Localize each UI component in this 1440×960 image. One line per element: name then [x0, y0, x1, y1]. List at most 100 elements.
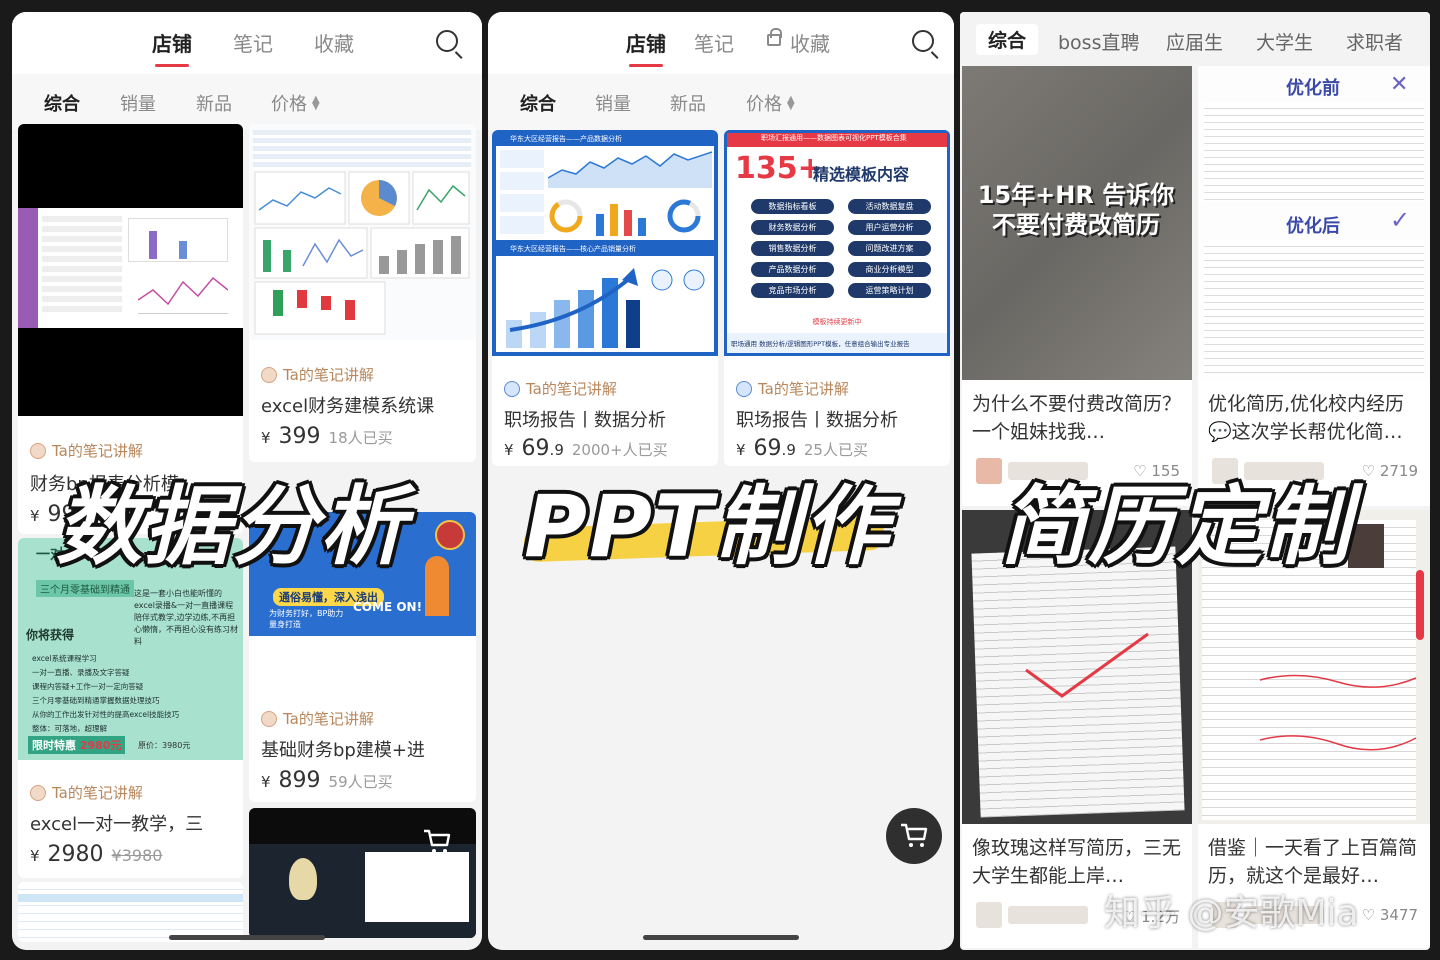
- like-count: ♡ 3477: [1361, 906, 1418, 924]
- search-icon[interactable]: [436, 30, 458, 52]
- dashboard-preview: [254, 171, 470, 335]
- ppt-buttons: 数据指标看板 活动数据复盘 财务数据分析 用户运营分析 销售数据分析 问题改进方…: [751, 199, 931, 298]
- filter-sales[interactable]: 销量: [595, 90, 631, 116]
- top-tabs: 店铺 笔记 收藏: [12, 12, 482, 74]
- note-card[interactable]: 15年+HR 告诉你 不要付费改简历 为什么不要付费改简历？一个姐妹找我… ♡ …: [962, 66, 1192, 506]
- product-title: 职场报告丨数据分析: [504, 410, 666, 431]
- home-indicator[interactable]: [169, 935, 325, 940]
- spreadsheet-preview: [18, 882, 243, 942]
- shop-name: Ta的笔记讲解: [736, 378, 849, 399]
- table-preview: [253, 130, 471, 170]
- ppt-top-label: 职场汇报通用——数据图表可视化PPT模板合集: [727, 133, 947, 147]
- ppt-tag: 销售数据分析: [751, 241, 834, 256]
- ppt-big-label: 精选模板内容: [813, 165, 910, 184]
- dashboard-preview: 华东大区经营报告——产品数据分析: [496, 134, 714, 240]
- product-card[interactable]: 华东大区经营报告——产品数据分析 华东大区经营报告——核心产品销量分析 Ta的笔…: [492, 130, 718, 466]
- resume-before: [1204, 102, 1424, 202]
- sort-filters: 综合 销量 新品 价格 ▲ ▼: [12, 74, 482, 130]
- dashboard-preview: 华东大区经营报告——核心产品销量分析: [496, 244, 714, 352]
- cross-icon: ✕: [1390, 72, 1409, 97]
- product-card[interactable]: Ta的笔记讲解 excel财务建模系统课 ¥399 18人已买: [249, 124, 476, 462]
- cart-button[interactable]: [886, 808, 942, 864]
- growth-chart: [506, 268, 705, 348]
- like-count: ♡ 2719: [1361, 462, 1418, 480]
- sort-arrows-icon[interactable]: ▲ ▼: [312, 95, 320, 112]
- product-card[interactable]: [18, 882, 243, 942]
- shop-avatar-icon: [30, 442, 46, 459]
- before-label: 优化前: [1286, 78, 1340, 99]
- filter-new[interactable]: 新品: [196, 90, 232, 116]
- product-card[interactable]: 一对一 三个月零基础到精通 你将获得 这是一套小白也能听懂的excel录播&一对…: [18, 538, 243, 878]
- tab-notes[interactable]: 笔记: [233, 28, 273, 57]
- tab-shop[interactable]: 店铺: [152, 28, 192, 57]
- note-cover: 15年+HR 告诉你 不要付费改简历: [962, 66, 1192, 380]
- filter-new[interactable]: 新品: [670, 90, 706, 116]
- ppt-tag: 活动数据复盘: [848, 199, 931, 214]
- overlay-title-ppt: PPT制作: [524, 477, 891, 577]
- cart-button[interactable]: [409, 814, 465, 870]
- lightbulb-icon: [289, 858, 317, 900]
- note-title: 为什么不要付费改简历？一个姐妹找我…: [972, 393, 1182, 443]
- product-price: ¥899 59人已买: [261, 768, 393, 793]
- note-card[interactable]: 优化前 ✕ 优化后 ✓ 优化简历,优化校内经历 💬这次学长帮优化简… ♡ 271…: [1198, 66, 1430, 506]
- sort-arrows-icon[interactable]: ▲ ▼: [787, 95, 795, 112]
- promo-items: excel系统课程学习 一对一直播、录播及文字答疑 课程内答疑+工作一对一定向答疑三…: [32, 654, 180, 733]
- shop-avatar-icon: [261, 710, 277, 727]
- overlay-title-resume: 简历定制: [1000, 477, 1352, 577]
- tab-overall[interactable]: 综合: [976, 24, 1039, 55]
- product-card[interactable]: 职场汇报通用——数据图表可视化PPT模板合集 135+ 精选模板内容 数据指标看…: [724, 130, 950, 466]
- cover-text: 15年+HR 告诉你 不要付费改简历: [977, 181, 1175, 239]
- filter-overall[interactable]: 综合: [520, 90, 556, 116]
- ppt-tag: 数据指标看板: [751, 199, 834, 214]
- search-icon[interactable]: [912, 30, 934, 52]
- cart-icon: [424, 829, 451, 853]
- after-label: 优化后: [1286, 216, 1340, 237]
- product-title: 职场报告丨数据分析: [736, 410, 898, 431]
- tab-graduates[interactable]: 应届生: [1166, 28, 1223, 55]
- product-card[interactable]: [249, 808, 476, 938]
- tab-job-seekers[interactable]: 求职者: [1346, 28, 1403, 55]
- filter-price[interactable]: 价格: [271, 90, 307, 116]
- filter-price[interactable]: 价格: [746, 90, 782, 116]
- overlay-title-data-analysis: 数据分析: [56, 477, 408, 577]
- tab-students[interactable]: 大学生: [1256, 28, 1313, 55]
- promo-get: 你将获得: [26, 628, 75, 642]
- home-indicator[interactable]: [643, 935, 799, 940]
- tab-favorites[interactable]: 收藏: [314, 28, 354, 57]
- note-title: 像玫瑰这样写简历，三无大学生都能上岸…: [972, 837, 1182, 887]
- filter-sales[interactable]: 销量: [120, 90, 156, 116]
- product-title: excel一对一教学，三: [30, 814, 204, 835]
- ppt-tag: 运营策略计划: [848, 283, 931, 298]
- dashboard-title: 华东大区经营报告——核心产品销量分析: [496, 244, 714, 256]
- watermark: 知乎 @安歌Mia: [1104, 893, 1359, 934]
- ppt-footer: 职场通用 数据分析/逻辑图形PPT模板，任意组合输出专业报告: [727, 333, 947, 353]
- kpi-list: [500, 150, 544, 236]
- banner-line3: 为财务打好，BP助力 量身打造: [269, 609, 344, 629]
- tab-favorites[interactable]: 收藏: [790, 28, 830, 57]
- cart-icon: [901, 823, 928, 847]
- lock-icon: [767, 28, 782, 46]
- ppt-tag: 商业分析模型: [848, 262, 931, 277]
- note-cover: 优化前 ✕ 优化后 ✓: [1198, 66, 1430, 380]
- tab-shop[interactable]: 店铺: [626, 28, 666, 57]
- sold-count: 18人已买: [328, 429, 393, 447]
- ppt-more: 模板持续更新中: [812, 318, 862, 326]
- sidebar-strip: [18, 208, 38, 328]
- promo-sub: 三个月零基础到精通: [36, 580, 134, 597]
- sort-filters: 综合 销量 新品 价格 ▲ ▼: [488, 74, 954, 130]
- shop-avatar-icon: [30, 784, 46, 801]
- product-thumbnail: 华东大区经营报告——产品数据分析 华东大区经营报告——核心产品销量分析: [492, 130, 718, 356]
- bar-chart-preview: [128, 218, 228, 262]
- promo-deal: 限时特惠 2980元: [28, 736, 126, 754]
- badge-icon: [435, 520, 465, 550]
- highlight-row: [18, 894, 243, 902]
- tab-boss[interactable]: boss直聘: [1058, 28, 1139, 55]
- photo-thumbnail: [1348, 524, 1384, 568]
- filter-overall[interactable]: 综合: [44, 90, 80, 116]
- tab-notes[interactable]: 笔记: [694, 28, 734, 57]
- product-thumbnail: 职场汇报通用——数据图表可视化PPT模板合集 135+ 精选模板内容 数据指标看…: [724, 130, 950, 356]
- ppt-big-number: 135+: [735, 151, 823, 186]
- table-preview: [42, 216, 122, 316]
- dashboard-title: 华东大区经营报告——产品数据分析: [496, 134, 714, 146]
- product-title: 基础财务bp建模+进: [261, 740, 425, 761]
